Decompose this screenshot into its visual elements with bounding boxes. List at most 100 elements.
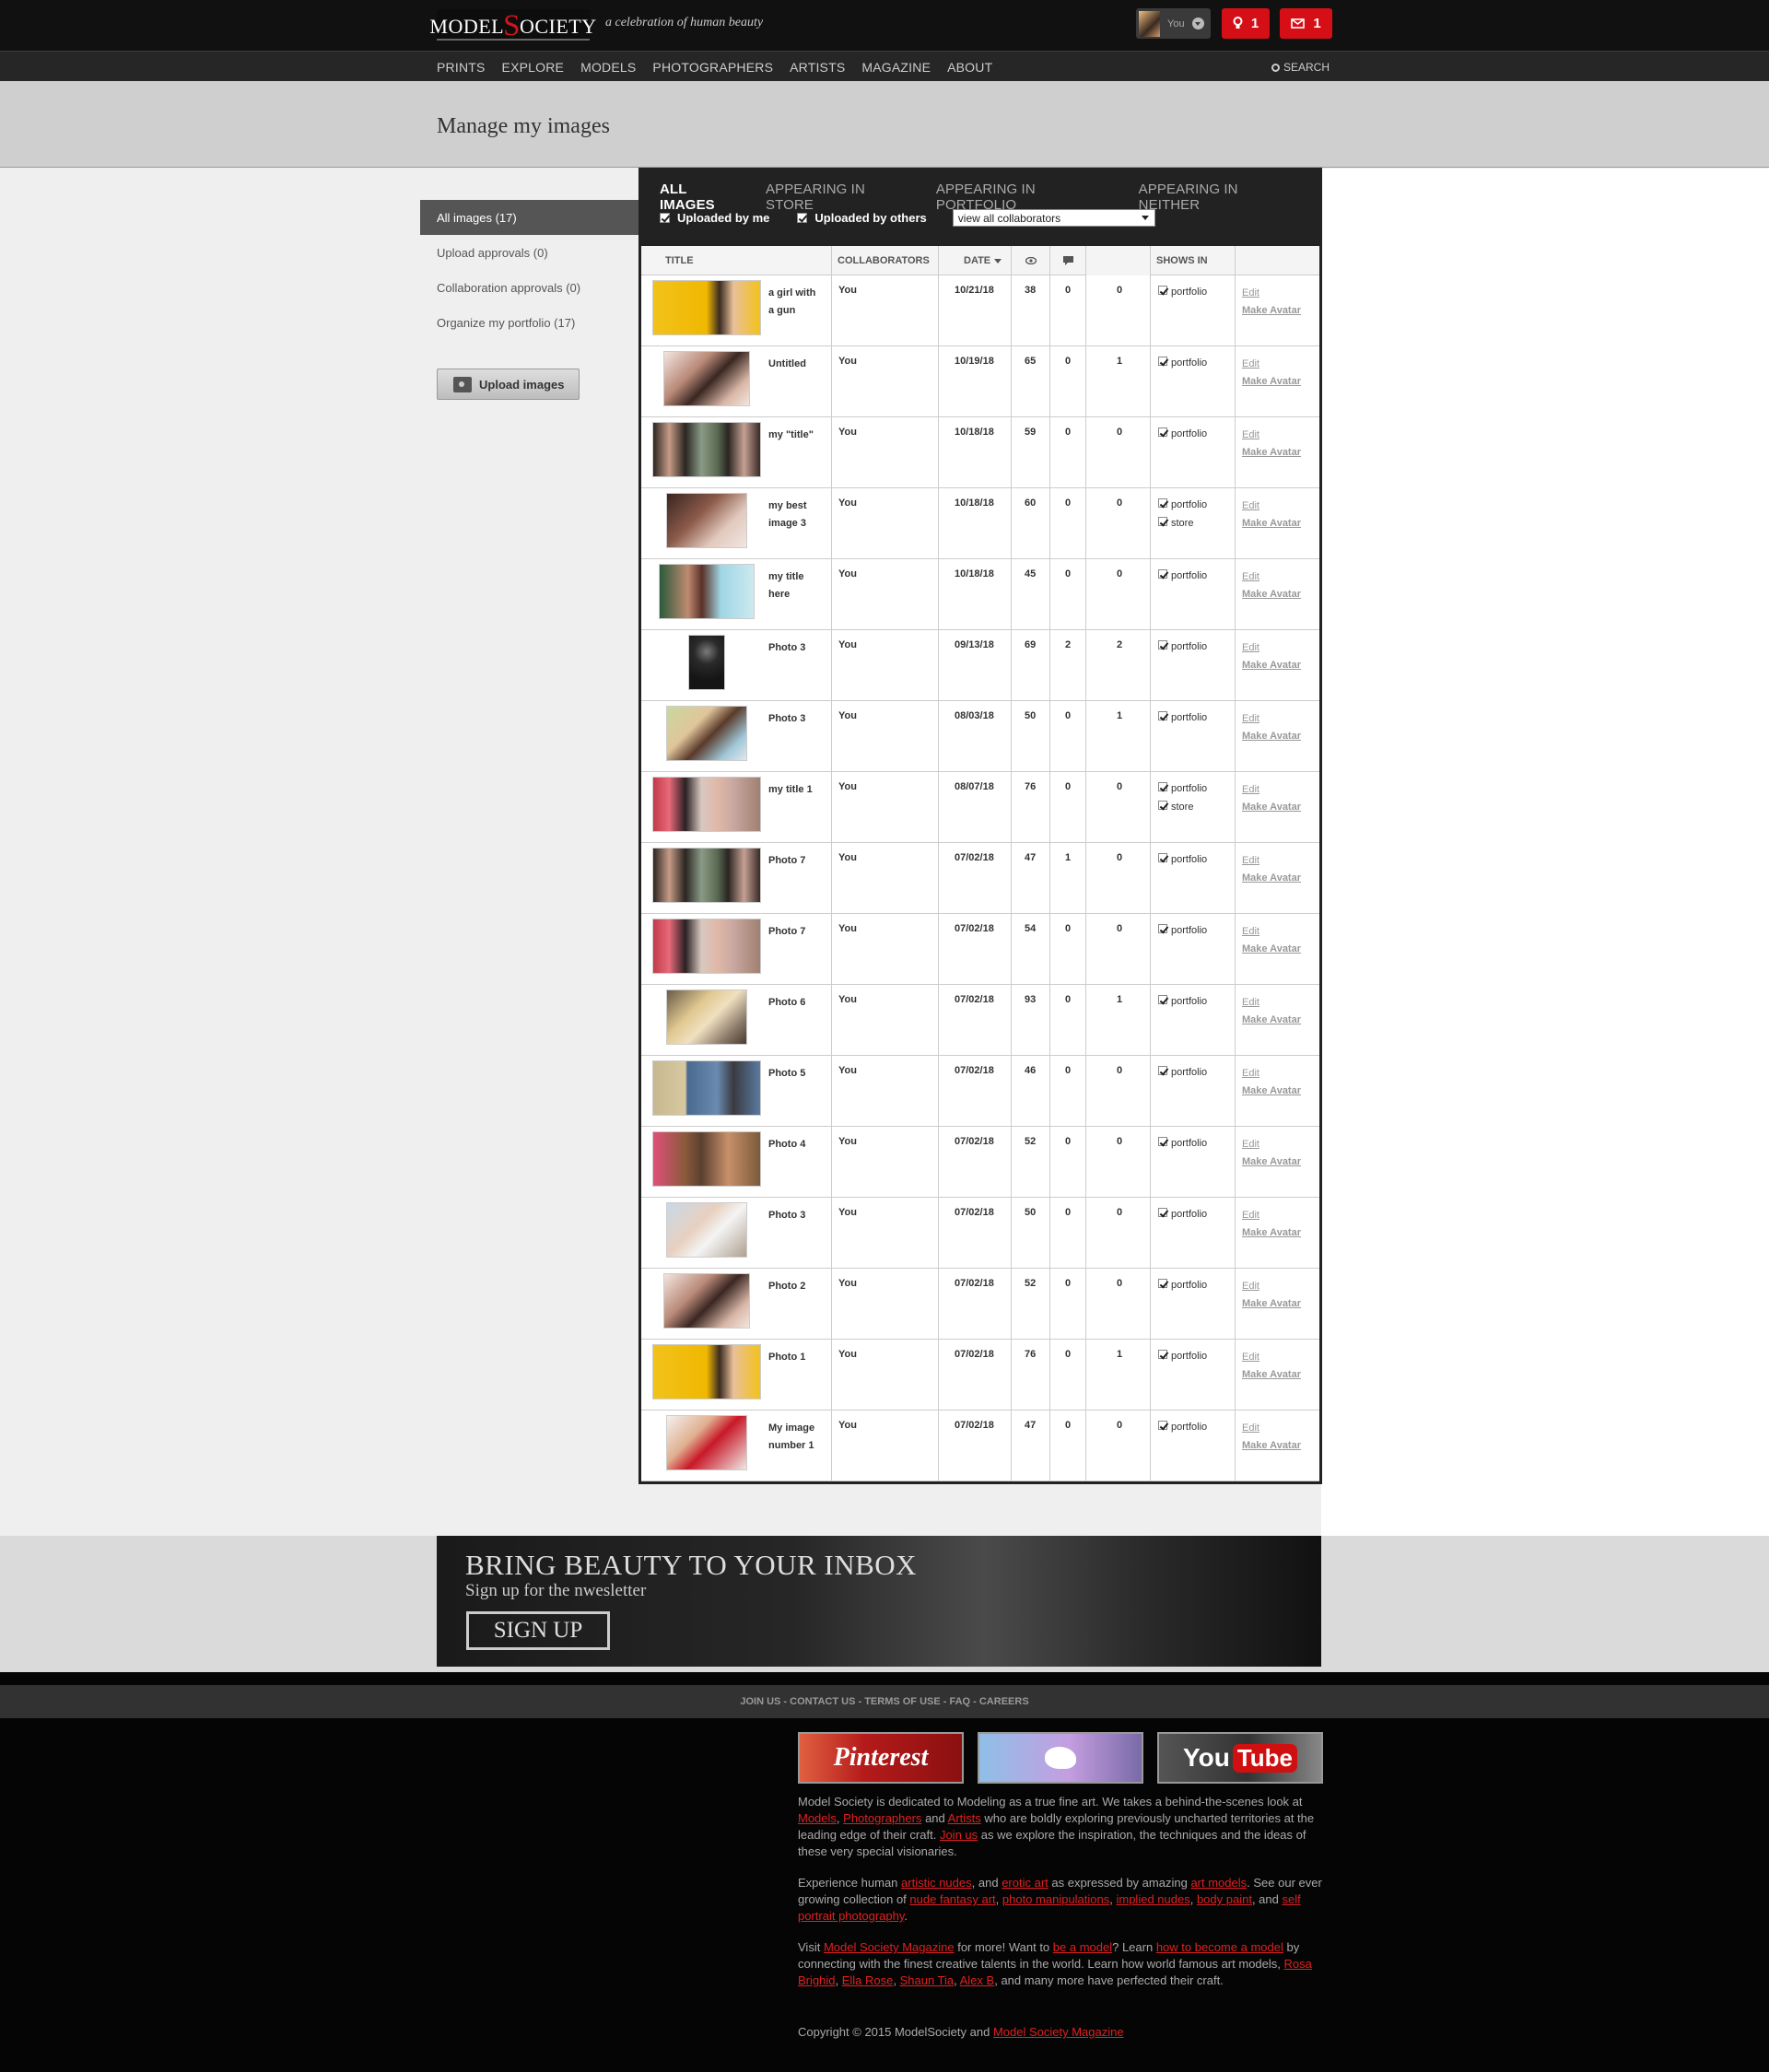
image-thumbnail[interactable] <box>666 706 747 761</box>
make-avatar-link[interactable]: Make Avatar <box>1242 728 1301 745</box>
footer-link-implied-nudes[interactable]: implied nudes <box>1116 1892 1189 1906</box>
site-logo[interactable]: MODELSOCIETY <box>429 9 596 42</box>
footer-link-copyright-magazine[interactable]: Model Society Magazine <box>993 2025 1124 2039</box>
nav-magazine[interactable]: MAGAZINE <box>861 60 931 75</box>
shows-in-portfolio-checkbox[interactable] <box>1158 1421 1167 1431</box>
make-avatar-link[interactable]: Make Avatar <box>1242 1012 1301 1029</box>
youtube-button[interactable]: You Tube <box>1157 1732 1323 1784</box>
image-thumbnail[interactable] <box>652 422 761 477</box>
footer-link-photo-manipulations[interactable]: photo manipulations <box>1002 1892 1109 1906</box>
footer-link-photographers[interactable]: Photographers <box>843 1811 921 1825</box>
make-avatar-link[interactable]: Make Avatar <box>1242 870 1301 887</box>
nav-models[interactable]: MODELS <box>580 60 636 75</box>
edit-link[interactable]: Edit <box>1242 568 1301 586</box>
make-avatar-link[interactable]: Make Avatar <box>1242 1366 1301 1384</box>
edit-link[interactable]: Edit <box>1242 498 1301 515</box>
image-thumbnail[interactable] <box>666 1202 747 1258</box>
edit-link[interactable]: Edit <box>1242 1136 1301 1153</box>
image-thumbnail[interactable] <box>652 848 761 903</box>
uploaded-by-others-checkbox[interactable] <box>797 213 808 223</box>
edit-link[interactable]: Edit <box>1242 356 1301 373</box>
footer-link-be-a-model[interactable]: be a model <box>1053 1940 1112 1954</box>
make-avatar-link[interactable]: Make Avatar <box>1242 1437 1301 1455</box>
shows-in-portfolio-checkbox[interactable] <box>1158 1279 1167 1289</box>
edit-link[interactable]: Edit <box>1242 639 1301 657</box>
footer-link-alex-b[interactable]: Alex B <box>960 1973 995 1987</box>
edit-link[interactable]: Edit <box>1242 285 1301 302</box>
shows-in-portfolio-checkbox[interactable] <box>1158 640 1167 650</box>
nav-explore[interactable]: EXPLORE <box>502 60 565 75</box>
tab-appearing-in-neither[interactable]: APPEARING IN NEITHER <box>1139 181 1301 213</box>
sidebar-item-collaboration-approvals[interactable]: Collaboration approvals (0) <box>420 270 639 305</box>
shows-in-portfolio-checkbox[interactable] <box>1158 286 1167 296</box>
make-avatar-link[interactable]: Make Avatar <box>1242 373 1301 391</box>
make-avatar-link[interactable]: Make Avatar <box>1242 444 1301 462</box>
sidebar-item-upload-approvals[interactable]: Upload approvals (0) <box>420 235 639 270</box>
tab-appearing-in-portfolio[interactable]: APPEARING IN PORTFOLIO <box>936 181 1118 213</box>
shows-in-portfolio-checkbox[interactable] <box>1158 569 1167 579</box>
footer-link-body-paint[interactable]: body paint <box>1197 1892 1252 1906</box>
make-avatar-link[interactable]: Make Avatar <box>1242 515 1301 533</box>
image-thumbnail[interactable] <box>666 1415 747 1470</box>
footer-link-ella-rose[interactable]: Ella Rose <box>842 1973 894 1987</box>
make-avatar-link[interactable]: Make Avatar <box>1242 1224 1301 1242</box>
col-title[interactable]: TITLE <box>641 246 832 275</box>
notifications-button[interactable]: 1 <box>1222 8 1270 39</box>
image-thumbnail[interactable] <box>652 919 761 974</box>
col-views[interactable] <box>1012 246 1050 275</box>
shows-in-portfolio-checkbox[interactable] <box>1158 1066 1167 1076</box>
nav-photographers[interactable]: PHOTOGRAPHERS <box>652 60 773 75</box>
shows-in-portfolio-checkbox[interactable] <box>1158 924 1167 934</box>
edit-link[interactable]: Edit <box>1242 923 1301 941</box>
edit-link[interactable]: Edit <box>1242 781 1301 799</box>
make-avatar-link[interactable]: Make Avatar <box>1242 586 1301 603</box>
edit-link[interactable]: Edit <box>1242 1278 1301 1295</box>
footer-link-erotic-art[interactable]: erotic art <box>1002 1876 1049 1890</box>
uploaded-by-me-checkbox[interactable] <box>660 213 670 223</box>
footer-link-nude-fantasy-art[interactable]: nude fantasy art <box>909 1892 995 1906</box>
image-thumbnail[interactable] <box>659 564 755 619</box>
nav-about[interactable]: ABOUT <box>947 60 992 75</box>
footer-links[interactable]: JOIN US - CONTACT US - TERMS OF USE - FA… <box>0 1685 1769 1718</box>
footer-link-magazine[interactable]: Model Society Magazine <box>824 1940 955 1954</box>
make-avatar-link[interactable]: Make Avatar <box>1242 1295 1301 1313</box>
make-avatar-link[interactable]: Make Avatar <box>1242 302 1301 320</box>
edit-link[interactable]: Edit <box>1242 1065 1301 1083</box>
image-thumbnail[interactable] <box>666 989 747 1045</box>
shows-in-portfolio-checkbox[interactable] <box>1158 498 1167 509</box>
shows-in-portfolio-checkbox[interactable] <box>1158 782 1167 792</box>
edit-link[interactable]: Edit <box>1242 994 1301 1012</box>
signup-button[interactable]: SIGN UP <box>466 1611 610 1650</box>
collaborators-select[interactable]: view all collaborators <box>952 209 1155 227</box>
shows-in-portfolio-checkbox[interactable] <box>1158 427 1167 438</box>
make-avatar-link[interactable]: Make Avatar <box>1242 1153 1301 1171</box>
edit-link[interactable]: Edit <box>1242 427 1301 444</box>
footer-link-how-to-become[interactable]: how to become a model <box>1156 1940 1283 1954</box>
col-collaborators[interactable]: COLLABORATORS <box>832 246 939 275</box>
sidebar-item-organize-portfolio[interactable]: Organize my portfolio (17) <box>420 305 639 340</box>
footer-link-shaun-tia[interactable]: Shaun Tia <box>900 1973 955 1987</box>
upload-images-button[interactable]: Upload images <box>437 369 580 400</box>
col-shows-in[interactable]: SHOWS IN <box>1151 246 1236 275</box>
image-thumbnail[interactable] <box>663 1273 750 1329</box>
footer-link-join-us[interactable]: Join us <box>940 1828 978 1842</box>
edit-link[interactable]: Edit <box>1242 1420 1301 1437</box>
shows-in-portfolio-checkbox[interactable] <box>1158 1137 1167 1147</box>
newsletter-banner[interactable]: BRING BEAUTY TO YOUR INBOX Sign up for t… <box>437 1536 1321 1667</box>
image-thumbnail[interactable] <box>652 1344 761 1399</box>
make-avatar-link[interactable]: Make Avatar <box>1242 1083 1301 1100</box>
make-avatar-link[interactable]: Make Avatar <box>1242 799 1301 816</box>
image-thumbnail[interactable] <box>663 351 750 406</box>
shows-in-portfolio-checkbox[interactable] <box>1158 357 1167 367</box>
edit-link[interactable]: Edit <box>1242 710 1301 728</box>
tab-appearing-in-store[interactable]: APPEARING IN STORE <box>766 181 915 213</box>
tab-all-images[interactable]: ALL IMAGES <box>660 181 744 213</box>
footer-link-models[interactable]: Models <box>798 1811 837 1825</box>
pinterest-button[interactable]: Pinterest <box>798 1732 964 1784</box>
shows-in-store-checkbox[interactable] <box>1158 801 1167 811</box>
footer-link-artists[interactable]: Artists <box>948 1811 981 1825</box>
make-avatar-link[interactable]: Make Avatar <box>1242 941 1301 958</box>
footer-link-art-models[interactable]: art models <box>1190 1876 1247 1890</box>
user-menu[interactable]: You <box>1136 8 1211 39</box>
image-thumbnail[interactable] <box>652 1131 761 1187</box>
